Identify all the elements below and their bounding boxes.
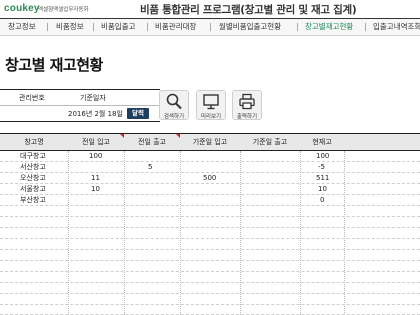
table-row[interactable]: 서울창고 10 10 [0,184,420,195]
cell-prev-in: 11 [91,174,100,182]
menu-separator [147,23,148,31]
cell-warehouse: 서산창고 [20,163,46,171]
menu-item-ledger[interactable]: 비품관리대장 [155,19,196,35]
menu-separator [365,23,366,31]
cell-warehouse: 부산창고 [20,196,46,204]
cell-warehouse: 서울창고 [20,185,46,193]
empty-row [0,228,420,239]
table-row[interactable]: 대구창고 100 100 [0,151,420,162]
menu-item-inout[interactable]: 비품입출고 [101,19,136,35]
empty-row [0,217,420,228]
menu-item-warehouse-info[interactable]: 창고정보 [8,19,36,35]
preview-button[interactable]: 미리보기 [196,90,226,120]
menu-separator [93,23,94,31]
column-header-warehouse: 창고명 [24,138,44,146]
empty-row [0,261,420,272]
brand-logo: coukey [4,3,40,14]
table-row[interactable]: 오산창고 11 500 511 [0,173,420,184]
main-menu: 창고정보 비품정보 비품입출고 비품관리대장 월별비품입출고현황 창고별재고현황… [0,19,420,36]
search-button[interactable]: 검색하기 [159,90,189,120]
menu-item-monthly-status[interactable]: 월별비품입출고현황 [219,19,281,35]
control-divider [0,89,160,90]
app-header: coukey 엑셀형맥셀업무자동화 비품 통합관리 프로그램(창고별 관리 및 … [0,0,420,18]
menu-item-supply-info[interactable]: 비품정보 [56,19,84,35]
menu-item-inout-history[interactable]: 입출고내역조회 [373,19,420,35]
print-button-label: 출력하기 [236,114,258,120]
base-date-label: 기준일자 [80,94,106,102]
empty-row [0,272,420,283]
table-row[interactable]: 부산창고 0 [0,195,420,206]
search-button-label: 검색하기 [163,114,185,120]
control-divider [0,121,160,122]
empty-row [0,283,420,294]
cell-stock: 0 [320,196,325,204]
cell-base-in: 500 [203,174,217,182]
cell-stock: 10 [318,185,327,193]
cell-prev-in: 100 [89,152,103,160]
menu-separator [210,23,211,31]
app-window: coukey 엑셀형맥셀업무자동화 비품 통합관리 프로그램(창고별 관리 및 … [0,0,420,315]
empty-row [0,239,420,250]
table-row[interactable]: 서산창고 5 -5 [0,162,420,173]
cell-stock: 511 [316,174,330,182]
mgmt-no-label: 관리번호 [19,94,45,102]
search-icon [166,93,182,110]
cell-warehouse: 오산창고 [20,174,46,182]
cell-prev-out: 5 [148,163,153,171]
empty-row [0,250,420,261]
cell-prev-in: 10 [91,185,100,193]
preview-button-label: 미리보기 [200,114,222,120]
menu-separator [297,23,298,31]
empty-row [0,206,420,217]
column-header-base-in: 기준일 입고 [192,138,228,146]
brand-subtitle: 엑셀형맥셀업무자동화 [38,7,89,13]
page-title: 창고별 재고현황 [5,56,103,74]
cell-warehouse: 대구창고 [20,152,46,160]
printer-icon [239,93,255,110]
column-header-prev-in: 전일 입고 [82,138,110,146]
cell-stock: 100 [316,152,330,160]
menu-separator [47,23,48,31]
print-button[interactable]: 출력하기 [232,90,262,120]
calendar-button[interactable]: 달력 [127,108,149,119]
app-title: 비품 통합관리 프로그램(창고별 관리 및 재고 집계) [140,4,357,16]
menu-item-warehouse-stock[interactable]: 창고별재고현황 [305,19,353,35]
control-divider [0,105,160,106]
monitor-icon [203,94,219,110]
table-header: 창고명 전일 입고 전일 출고 기준일 입고 기준일 출고 현재고 [0,133,420,151]
column-header-base-out: 기준일 출고 [252,138,288,146]
cell-stock: -5 [318,163,325,171]
column-header-prev-out: 전일 출고 [138,138,166,146]
empty-row [0,304,420,315]
column-header-stock: 현재고 [312,138,332,146]
base-date-value[interactable]: 2016년 2월 18일 [68,109,123,119]
